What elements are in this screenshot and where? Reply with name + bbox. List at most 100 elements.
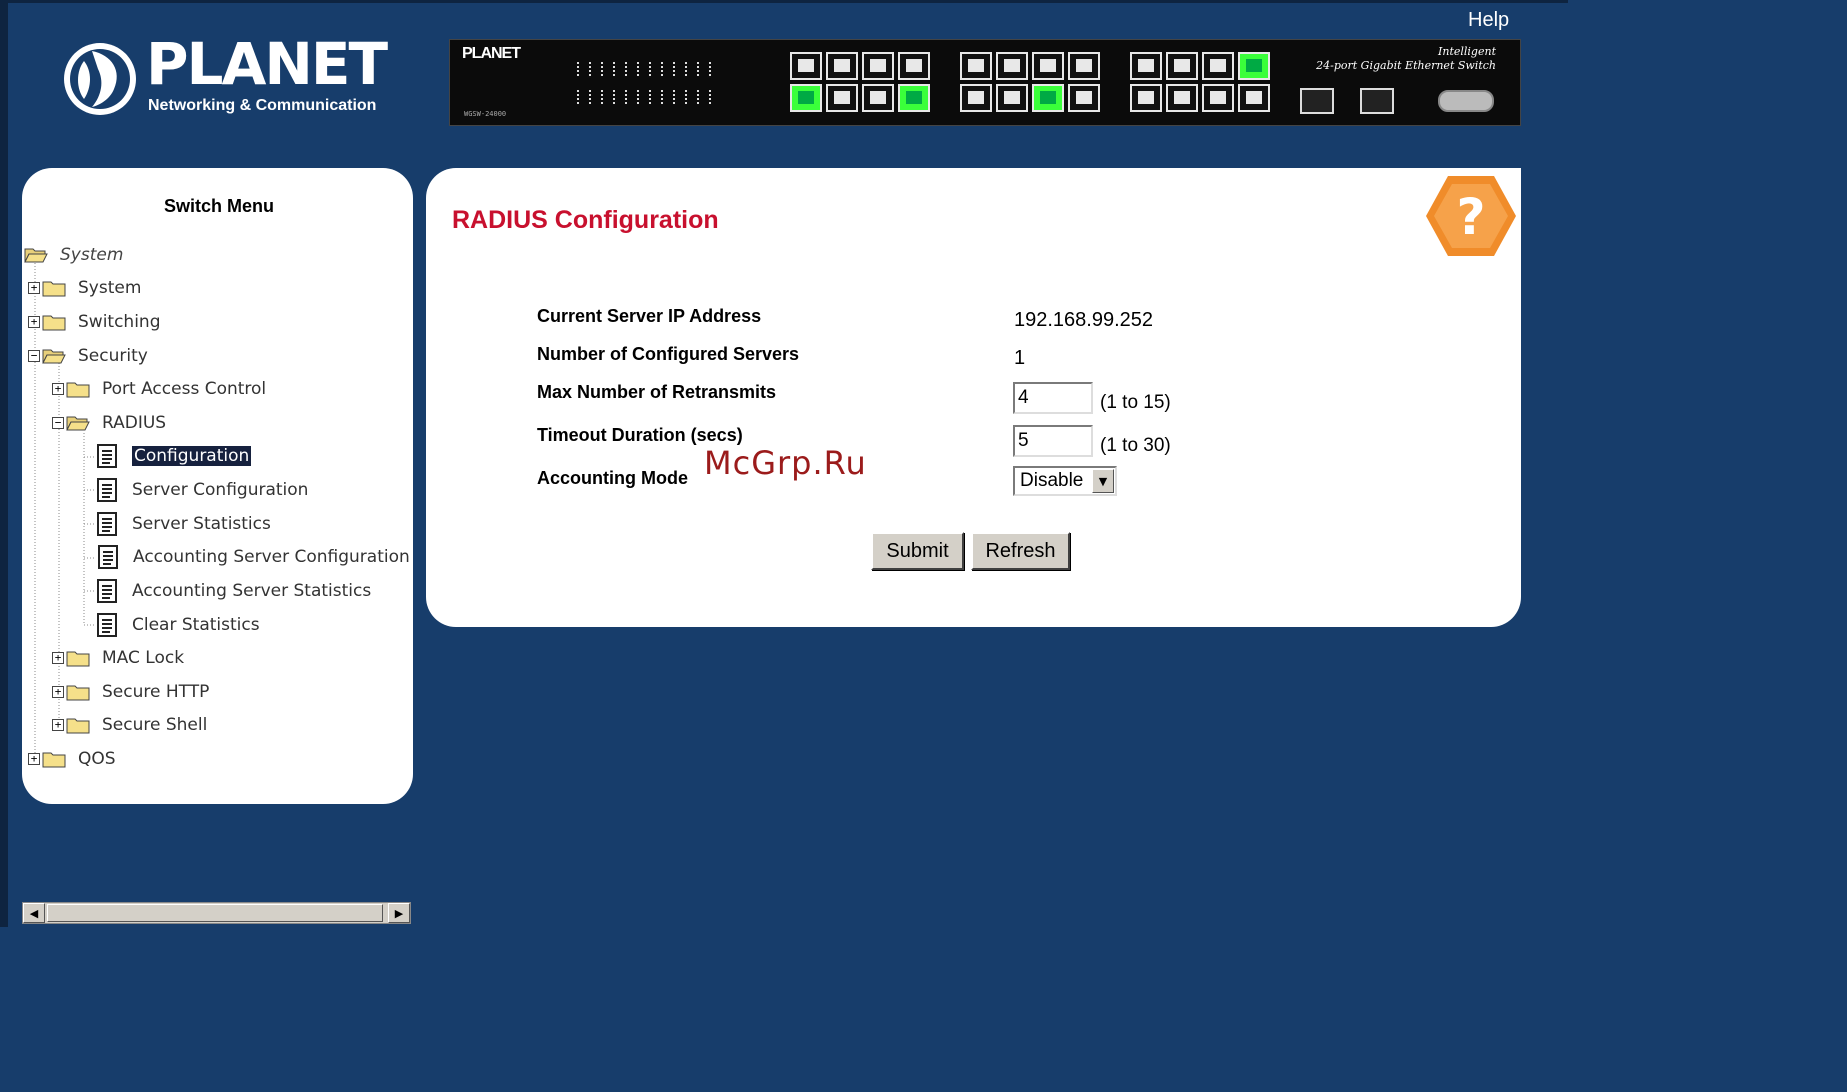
tree-item-secure-http[interactable]: + Secure HTTP xyxy=(52,679,209,705)
document-icon xyxy=(98,545,118,569)
status-leds xyxy=(577,62,713,118)
scroll-thumb[interactable] xyxy=(47,904,383,922)
expand-icon[interactable]: + xyxy=(52,686,64,698)
rj45-port xyxy=(1130,52,1162,80)
expand-icon[interactable]: + xyxy=(52,383,64,395)
timeout-input[interactable] xyxy=(1013,425,1093,457)
port-led xyxy=(673,62,677,76)
folder-icon xyxy=(42,281,66,297)
tree-item-label: System xyxy=(78,278,142,298)
configured-servers-value: 1 xyxy=(1014,347,1026,369)
tree-item-label: Secure HTTP xyxy=(102,682,210,702)
folder-icon xyxy=(66,382,90,398)
port-group-3 xyxy=(1130,52,1270,112)
tree-item-security[interactable]: − Security xyxy=(28,343,148,369)
expand-icon[interactable]: + xyxy=(28,753,40,765)
port-led xyxy=(625,90,629,104)
server-ip-value: 192.168.99.252 xyxy=(1014,309,1154,331)
planet-logo-icon xyxy=(64,43,136,115)
document-icon xyxy=(97,579,117,603)
rj45-port xyxy=(960,52,992,80)
switch-front-panel: PLANET WGSW-24000 Intelligent 24-port Gi… xyxy=(449,39,1521,126)
port-led xyxy=(709,62,713,76)
configured-servers-label: Number of Configured Servers xyxy=(537,344,800,364)
dropdown-arrow-icon[interactable]: ▼ xyxy=(1092,469,1114,493)
port-led xyxy=(613,62,617,76)
svg-text:?: ? xyxy=(1456,188,1485,246)
port-led xyxy=(601,62,605,76)
tree-item-label: MAC Lock xyxy=(102,648,185,668)
folder-icon xyxy=(66,685,90,701)
rj45-port xyxy=(898,52,930,80)
rj45-port xyxy=(1166,52,1198,80)
port-led xyxy=(577,62,581,76)
collapse-icon[interactable]: − xyxy=(28,350,40,362)
switch-menu-panel: Switch Menu System + System + Switching … xyxy=(22,168,413,804)
max-retransmits-range: (1 to 15) xyxy=(1100,392,1171,413)
help-link[interactable]: Help xyxy=(1468,9,1509,32)
rj45-port xyxy=(1202,52,1234,80)
tree-item-server-statistics[interactable]: Server Statistics xyxy=(96,511,271,537)
tree-item-switching[interactable]: + Switching xyxy=(28,309,161,335)
page-title: RADIUS Configuration xyxy=(452,206,719,234)
scroll-right-button[interactable]: ▶ xyxy=(388,903,410,923)
rj45-port xyxy=(862,84,894,112)
port-led xyxy=(697,90,701,104)
port-led xyxy=(649,90,653,104)
tree-item-qos[interactable]: + QOS xyxy=(28,746,116,772)
port-led xyxy=(697,62,701,76)
rj45-port xyxy=(996,84,1028,112)
timeout-range: (1 to 30) xyxy=(1100,435,1171,456)
expand-icon[interactable]: + xyxy=(28,316,40,328)
rj45-port xyxy=(790,84,822,112)
logo-wordmark: PLANET xyxy=(146,30,388,98)
rj45-port xyxy=(1130,84,1162,112)
port-group-2 xyxy=(960,52,1100,112)
rj45-port xyxy=(1068,84,1100,112)
folder-open-icon xyxy=(42,349,66,364)
expand-icon[interactable]: + xyxy=(52,719,64,731)
folder-open-icon xyxy=(24,248,48,263)
rj45-port xyxy=(790,52,822,80)
server-ip-label: Current Server IP Address xyxy=(537,306,762,326)
expand-icon[interactable]: + xyxy=(28,282,40,294)
tree-item-port-access-control[interactable]: + Port Access Control xyxy=(52,376,266,402)
refresh-button[interactable]: Refresh xyxy=(971,532,1070,570)
help-question-icon[interactable]: ? xyxy=(1424,174,1518,258)
rj45-port xyxy=(1166,84,1198,112)
folder-icon xyxy=(42,315,66,331)
expand-icon[interactable]: + xyxy=(52,652,64,664)
tree-item-accounting-server-configuration[interactable]: Accounting Server Configuration xyxy=(97,544,410,570)
tree-item-accounting-server-statistics[interactable]: Accounting Server Statistics xyxy=(96,578,371,604)
tree-item-clear-statistics[interactable]: Clear Statistics xyxy=(96,612,260,638)
tree-item-radius[interactable]: − RADIUS xyxy=(52,410,166,436)
rj45-port xyxy=(1032,52,1064,80)
document-icon xyxy=(97,512,117,536)
menu-horizontal-scrollbar[interactable]: ◀ ▶ xyxy=(22,902,411,924)
window-frame-top xyxy=(0,0,1568,3)
max-retransmits-input[interactable] xyxy=(1013,382,1093,414)
tree-item-label: Server Configuration xyxy=(132,480,309,500)
tree-item-mac-lock[interactable]: + MAC Lock xyxy=(52,645,184,671)
tree-item-label: Security xyxy=(78,346,148,366)
tree-item-server-configuration[interactable]: Server Configuration xyxy=(96,477,308,503)
collapse-icon[interactable]: − xyxy=(52,417,64,429)
tree-item-system[interactable]: + System xyxy=(28,275,141,301)
rj45-port xyxy=(862,52,894,80)
port-led xyxy=(637,62,641,76)
port-led xyxy=(613,90,617,104)
tree-item-label: Accounting Server Configuration xyxy=(133,547,410,567)
switch-panel-title: Intelligent 24-port Gigabit Ethernet Swi… xyxy=(1316,45,1496,73)
accounting-mode-select[interactable]: Disable ▼ xyxy=(1013,466,1117,496)
tree-item-label: Server Statistics xyxy=(132,514,271,534)
port-group-1 xyxy=(790,52,930,112)
tree-item-configuration[interactable]: Configuration xyxy=(96,443,252,469)
rj45-port xyxy=(1068,52,1100,80)
tree-item-secure-shell[interactable]: + Secure Shell xyxy=(52,712,207,738)
planet-logo: PLANET Networking & Communication xyxy=(62,32,388,126)
tree-root-system[interactable]: System xyxy=(24,242,123,268)
submit-button[interactable]: Submit xyxy=(871,532,964,570)
switch-panel-title-line2: 24-port Gigabit Ethernet Switch xyxy=(1316,59,1496,72)
tree-item-label: QOS xyxy=(78,749,116,769)
scroll-left-button[interactable]: ◀ xyxy=(23,903,45,923)
